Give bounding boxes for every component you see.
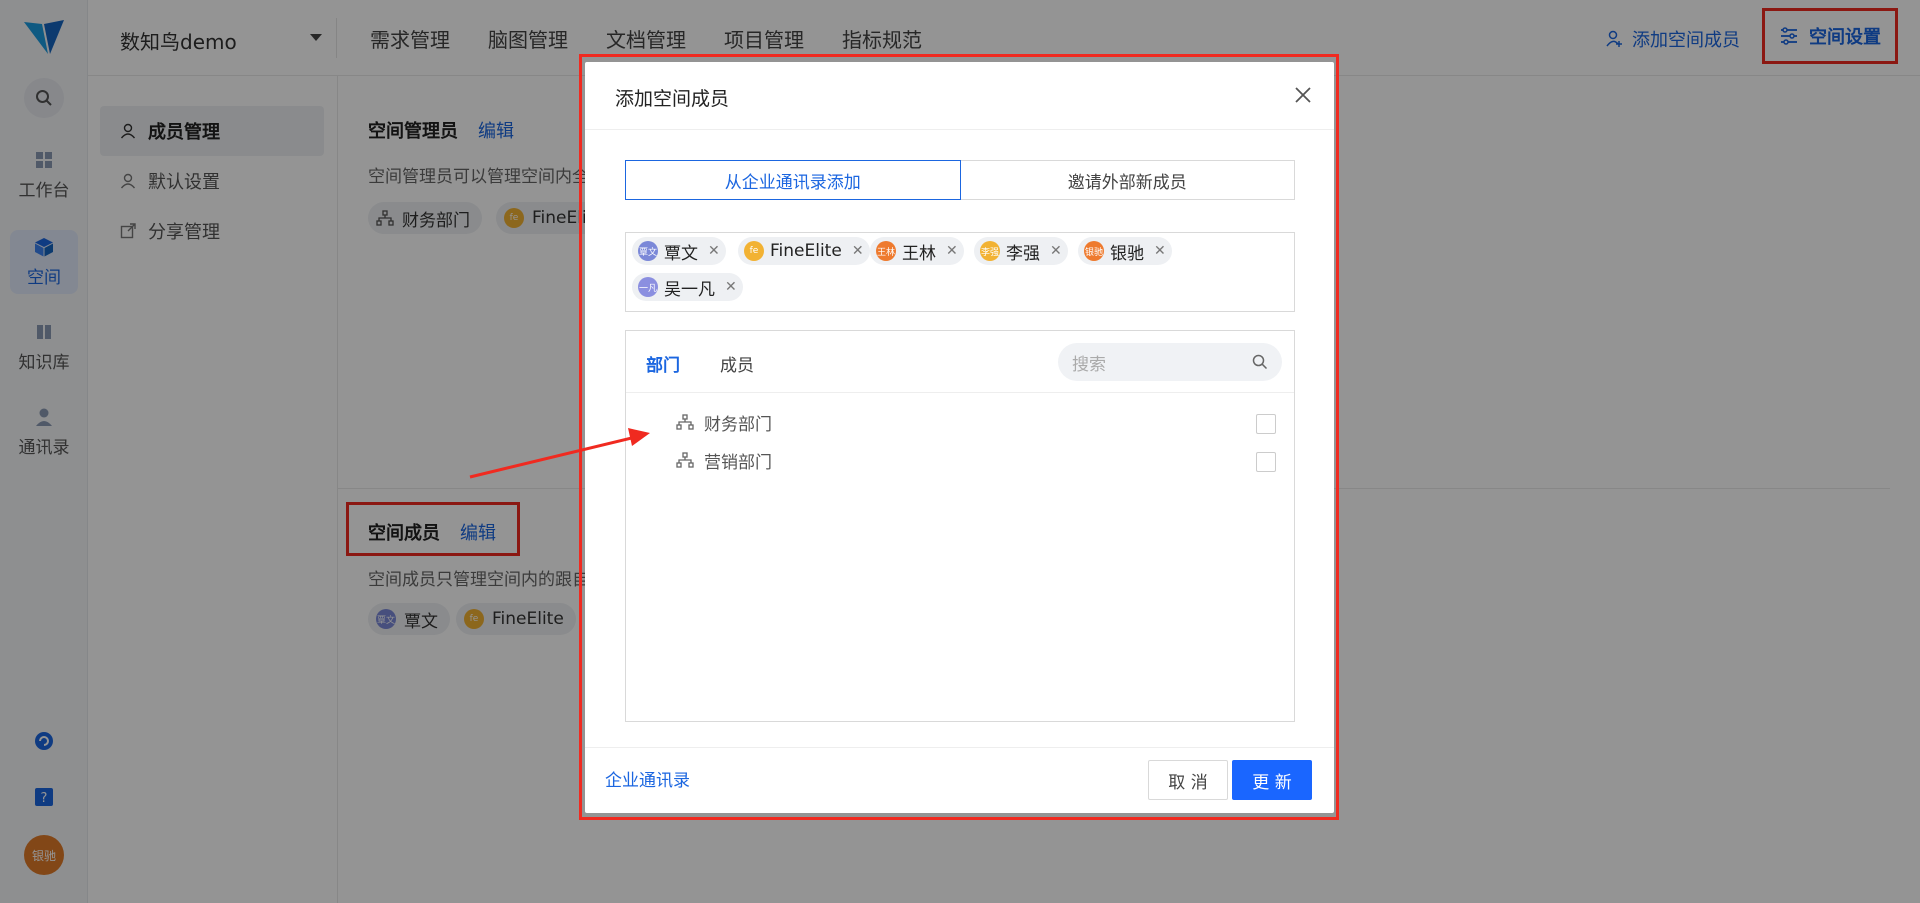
department-row[interactable]: 财务部门 (676, 407, 772, 437)
search-placeholder: 搜索 (1072, 354, 1106, 375)
department-label: 财务部门 (704, 414, 772, 435)
update-button[interactable]: 更 新 (1232, 760, 1312, 800)
remove-icon[interactable]: ✕ (1050, 243, 1062, 259)
picker-tabs: 部门 成员 搜索 (626, 331, 1294, 393)
directory-link[interactable]: 企业通讯录 (605, 766, 690, 791)
selected-chip: 银驰 银驰 ✕ (1078, 237, 1172, 265)
avatar: 覃文 (638, 241, 658, 261)
directory-picker: 部门 成员 搜索 财务部门 营销部门 (625, 330, 1295, 722)
chip-label: 银驰 (1110, 243, 1144, 264)
avatar: 王林 (876, 241, 896, 261)
chip-label: 李强 (1006, 243, 1040, 264)
avatar: 李强 (980, 241, 1000, 261)
search-icon (1252, 354, 1268, 370)
remove-icon[interactable]: ✕ (725, 279, 737, 295)
selected-chip: 李强 李强 ✕ (974, 237, 1068, 265)
tab-departments[interactable]: 部门 (646, 351, 680, 376)
close-icon[interactable] (1292, 84, 1314, 106)
chip-label: 王林 (902, 243, 936, 264)
remove-icon[interactable]: ✕ (1154, 243, 1166, 259)
department-checkbox[interactable] (1256, 452, 1276, 472)
chip-label: FineElite (770, 241, 842, 261)
department-label: 营销部门 (704, 452, 772, 473)
chip-label: 覃文 (664, 243, 698, 264)
cancel-button[interactable]: 取 消 (1148, 760, 1228, 800)
selected-chip: 一凡 吴一凡 ✕ (632, 273, 743, 301)
selected-chip: 王林 王林 ✕ (870, 237, 964, 265)
selected-chip: fe FineElite ✕ (738, 237, 870, 265)
department-row[interactable]: 营销部门 (676, 445, 772, 475)
dialog-header: 添加空间成员 (585, 62, 1334, 130)
remove-icon[interactable]: ✕ (946, 243, 958, 259)
tab-from-directory[interactable]: 从企业通讯录添加 (625, 160, 961, 200)
chip-label: 吴一凡 (664, 279, 715, 300)
tab-invite-external[interactable]: 邀请外部新成员 (960, 160, 1295, 200)
tab-members[interactable]: 成员 (720, 351, 754, 376)
remove-icon[interactable]: ✕ (708, 243, 720, 259)
selected-chip: 覃文 覃文 ✕ (632, 237, 726, 265)
remove-icon[interactable]: ✕ (852, 243, 864, 259)
department-checkbox[interactable] (1256, 414, 1276, 434)
org-tree-icon (676, 452, 694, 468)
dialog-footer: 企业通讯录 取 消 更 新 (585, 747, 1334, 813)
org-tree-icon (676, 414, 694, 430)
selected-members-box[interactable]: 覃文 覃文 ✕ fe FineElite ✕ 王林 王林 ✕ 李强 李强 ✕ 银… (625, 232, 1295, 312)
avatar: fe (744, 241, 764, 261)
source-segmented-control: 从企业通讯录添加 邀请外部新成员 (625, 160, 1295, 200)
search-input[interactable]: 搜索 (1058, 343, 1282, 381)
dialog-title: 添加空间成员 (615, 88, 730, 110)
avatar: 银驰 (1084, 241, 1104, 261)
avatar: 一凡 (638, 277, 658, 297)
add-member-dialog: 添加空间成员 从企业通讯录添加 邀请外部新成员 覃文 覃文 ✕ fe FineE… (585, 62, 1334, 813)
